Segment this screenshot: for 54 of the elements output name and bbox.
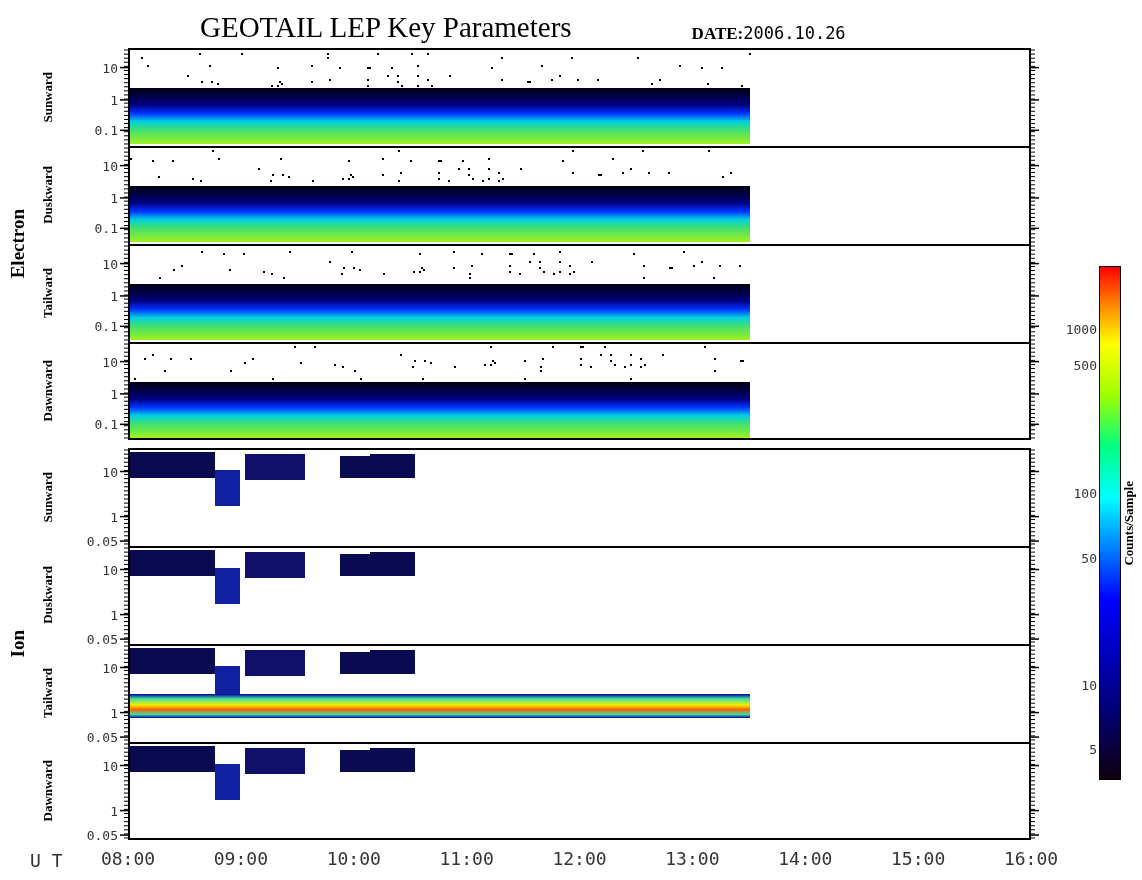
y-tick-label: 1	[110, 289, 118, 303]
colorbar-tick-label: 50	[1081, 551, 1097, 565]
y-tick-label: 10	[102, 159, 118, 173]
y-tick-label: 0.05	[86, 730, 118, 744]
colorbar-tick-label: 10	[1081, 678, 1097, 692]
y-tick-label: 0.05	[86, 632, 118, 646]
x-tick-label: 10:00	[326, 850, 381, 868]
y-tick-label: 0.1	[94, 417, 118, 431]
x-tick-label: 13:00	[665, 850, 720, 868]
x-axis-label: U T	[30, 848, 63, 873]
y-tick-label: 0.05	[86, 828, 118, 842]
y-tick-label: 10	[102, 465, 118, 478]
y-tick-label: 0.1	[94, 319, 118, 333]
colorbar-tick-label: 5	[1089, 742, 1097, 756]
colorbar-label: Counts/Sample	[1120, 480, 1138, 566]
x-tick-label: 11:00	[439, 850, 494, 868]
panel-label: Duskward	[39, 166, 57, 224]
y-tick-label: 0.05	[86, 534, 118, 548]
y-tick-label: 1	[110, 804, 118, 818]
colorbar-tick-label: 1000	[1065, 322, 1097, 336]
date-value: 2006.10.26	[743, 25, 846, 42]
y-tick-label: 1	[110, 191, 118, 205]
y-tick-label: 1	[110, 93, 118, 107]
colorbar-tick-label: 100	[1073, 486, 1097, 500]
y-tick-label: 10	[102, 257, 118, 271]
y-tick-label: 10	[102, 661, 118, 674]
x-tick-label: 12:00	[552, 850, 607, 868]
y-tick-label: 0.1	[94, 221, 118, 235]
panel-label: Sunward	[39, 71, 57, 123]
x-tick-label: 09:00	[213, 850, 268, 868]
y-tick-label: 10	[102, 759, 118, 772]
colorbar-tick-label: 500	[1073, 358, 1097, 372]
y-tick-label: 0.1	[94, 123, 118, 137]
group-label: Electron	[5, 209, 29, 279]
group-label: Ion	[5, 630, 29, 658]
y-tick-label: 10	[102, 563, 118, 576]
panel-label: Dawnward	[39, 360, 57, 422]
panel-label: Tailward	[39, 667, 57, 719]
y-tick-label: 1	[110, 706, 118, 720]
x-tick-label: 15:00	[891, 850, 946, 868]
panel-label: Dawnward	[39, 760, 57, 822]
x-tick-label: 16:00	[1003, 850, 1059, 868]
x-tick-label: 08:00	[100, 850, 156, 868]
date-label: DATE:	[691, 25, 744, 42]
y-tick-label: 10	[102, 61, 118, 75]
chart-title: GEOTAIL LEP Key Parameters	[200, 13, 572, 42]
x-tick-label: 14:00	[778, 850, 833, 868]
y-tick-label: 1	[110, 387, 118, 401]
panel-label: Tailward	[39, 267, 57, 319]
y-tick-label: 10	[102, 355, 118, 369]
y-tick-label: 1	[110, 608, 118, 622]
panel-label: Duskward	[39, 566, 57, 624]
panel-label: Sunward	[39, 471, 57, 523]
y-tick-label: 1	[110, 510, 118, 524]
